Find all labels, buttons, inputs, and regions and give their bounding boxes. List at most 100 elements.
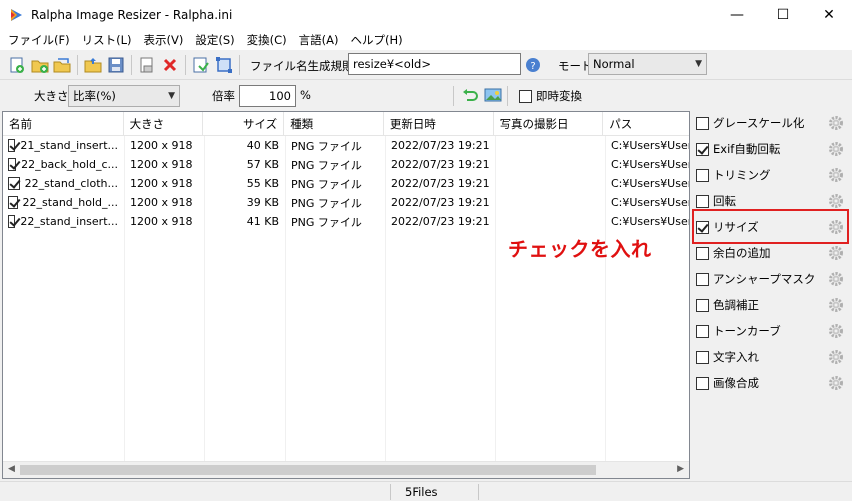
filter-unsharp-mask[interactable]: アンシャープマスク — [696, 269, 850, 289]
file-list[interactable]: 名前 大きさ サイズ 種類 更新日時 写真の撮影日 パス 21_stand_in… — [2, 111, 690, 479]
gear-icon[interactable] — [828, 141, 844, 157]
table-row[interactable]: 22_stand_insert... 1200 x 918 41 KB PNG … — [3, 212, 689, 231]
image-preview-icon[interactable] — [484, 86, 502, 104]
minimize-button[interactable]: — — [714, 0, 760, 30]
undo-arrow-icon[interactable] — [461, 86, 479, 104]
help-icon[interactable]: ? — [524, 56, 542, 74]
close-button[interactable]: ✕ — [806, 0, 852, 30]
delete-icon[interactable] — [161, 56, 179, 74]
table-row[interactable]: 21_stand_insert... 1200 x 918 40 KB PNG … — [3, 136, 689, 155]
col-type[interactable]: 種類 — [284, 112, 384, 136]
menu-settings[interactable]: 設定(S) — [189, 32, 240, 48]
gear-icon[interactable] — [828, 167, 844, 183]
scroll-left-icon[interactable]: ◀ — [8, 464, 15, 474]
filter-grayscale[interactable]: グレースケール化 — [696, 113, 850, 133]
gear-icon[interactable] — [828, 271, 844, 287]
add-folder-icon[interactable] — [31, 56, 49, 74]
table-row[interactable]: 22_stand_hold_... 1200 x 918 39 KB PNG フ… — [3, 193, 689, 212]
filter-checkbox[interactable] — [696, 272, 709, 286]
add-file-icon[interactable] — [8, 56, 26, 74]
col-size[interactable]: サイズ — [203, 112, 285, 136]
size-mode-select[interactable]: 比率(%) ▼ — [68, 85, 180, 107]
gear-icon[interactable] — [828, 297, 844, 313]
filter-checkbox[interactable] — [696, 298, 709, 312]
open-folder-icon[interactable] — [84, 56, 102, 74]
row-checkbox[interactable] — [8, 158, 17, 171]
file-path: C:¥Users¥User¥ — [611, 177, 689, 190]
file-name: 22_back_hold_c... — [21, 158, 118, 171]
blank-page-icon[interactable] — [138, 56, 156, 74]
col-dimensions[interactable]: 大きさ — [124, 112, 204, 136]
add-subfolder-icon[interactable] — [53, 56, 71, 74]
filter-label: グレースケール化 — [713, 116, 805, 130]
filename-rule-label: ファイル名生成規則 — [250, 59, 354, 73]
filter-checkbox[interactable] — [696, 116, 709, 130]
menu-file[interactable]: ファイル(F) — [2, 32, 76, 48]
gear-icon[interactable] — [828, 193, 844, 209]
filter-checkbox[interactable] — [696, 324, 709, 338]
row-checkbox[interactable] — [8, 196, 18, 209]
convert-icon[interactable] — [192, 56, 210, 74]
menu-convert[interactable]: 変換(C) — [241, 32, 293, 48]
file-modified: 2022/07/23 19:21 — [391, 177, 490, 190]
file-shot-date — [495, 193, 605, 212]
filter-label: トーンカーブ — [713, 324, 781, 338]
col-shot-date[interactable]: 写真の撮影日 — [494, 112, 604, 136]
col-path[interactable]: パス — [603, 112, 689, 136]
filter-rotate[interactable]: 回転 — [696, 191, 850, 211]
filter-checkbox[interactable] — [696, 350, 709, 364]
file-size: 55 KB — [246, 177, 279, 190]
gear-icon[interactable] — [828, 349, 844, 365]
menu-view[interactable]: 表示(V) — [137, 32, 189, 48]
filter-exif-rotate[interactable]: Exif自動回転 — [696, 139, 850, 159]
maximize-button[interactable]: ☐ — [760, 0, 806, 30]
col-modified[interactable]: 更新日時 — [384, 112, 494, 136]
gear-icon[interactable] — [828, 245, 844, 261]
horizontal-scrollbar[interactable]: ◀ ▶ — [3, 461, 689, 478]
scroll-thumb[interactable] — [20, 465, 596, 475]
file-type: PNG ファイル — [291, 215, 362, 229]
filter-image-composite[interactable]: 画像合成 — [696, 373, 850, 393]
gear-icon[interactable] — [828, 115, 844, 131]
title-bar: Ralpha Image Resizer - Ralpha.ini — ☐ ✕ — [0, 0, 852, 30]
crop-select-icon[interactable] — [215, 56, 233, 74]
table-row[interactable]: 22_back_hold_c... 1200 x 918 57 KB PNG フ… — [3, 155, 689, 174]
filter-tone-curve[interactable]: トーンカーブ — [696, 321, 850, 341]
scroll-right-icon[interactable]: ▶ — [677, 464, 684, 474]
file-path: C:¥Users¥User¥ — [611, 215, 689, 228]
row-checkbox[interactable] — [8, 177, 20, 190]
filter-checkbox[interactable] — [696, 194, 709, 208]
save-list-icon[interactable] — [107, 56, 125, 74]
menu-help[interactable]: ヘルプ(H) — [344, 32, 408, 48]
file-name: 22_stand_cloth... — [24, 177, 118, 190]
row-checkbox[interactable] — [8, 215, 16, 228]
col-name[interactable]: 名前 — [3, 112, 124, 136]
ratio-input[interactable]: 100 — [239, 85, 296, 107]
filter-color-correction[interactable]: 色調補正 — [696, 295, 850, 315]
filter-checkbox[interactable] — [696, 168, 709, 182]
filter-trimming[interactable]: トリミング — [696, 165, 850, 185]
filter-add-margin[interactable]: 余白の追加 — [696, 243, 850, 263]
mode-select[interactable]: Normal ▼ — [588, 53, 707, 75]
filter-checkbox[interactable] — [696, 246, 709, 260]
file-type: PNG ファイル — [291, 177, 362, 191]
row-checkbox[interactable] — [8, 139, 16, 152]
filter-text-insert[interactable]: 文字入れ — [696, 347, 850, 367]
gear-icon[interactable] — [828, 323, 844, 339]
filter-checkbox[interactable] — [696, 142, 709, 156]
file-shot-date — [495, 136, 605, 155]
menu-list[interactable]: リスト(L) — [76, 32, 138, 48]
file-type: PNG ファイル — [291, 139, 362, 153]
menu-language[interactable]: 言語(A) — [293, 32, 345, 48]
file-type: PNG ファイル — [291, 158, 362, 172]
file-name: 22_stand_insert... — [20, 215, 118, 228]
filename-rule-input[interactable]: resize¥<old> — [348, 53, 521, 75]
window-title: Ralpha Image Resizer - Ralpha.ini — [31, 8, 233, 22]
table-row[interactable]: 22_stand_cloth... 1200 x 918 55 KB PNG フ… — [3, 174, 689, 193]
filter-checkbox[interactable] — [696, 376, 709, 390]
file-shot-date — [495, 212, 605, 231]
file-dimensions: 1200 x 918 — [130, 158, 193, 171]
gear-icon[interactable] — [828, 375, 844, 391]
instant-convert-checkbox[interactable] — [519, 90, 532, 103]
filter-label: 画像合成 — [713, 376, 759, 390]
